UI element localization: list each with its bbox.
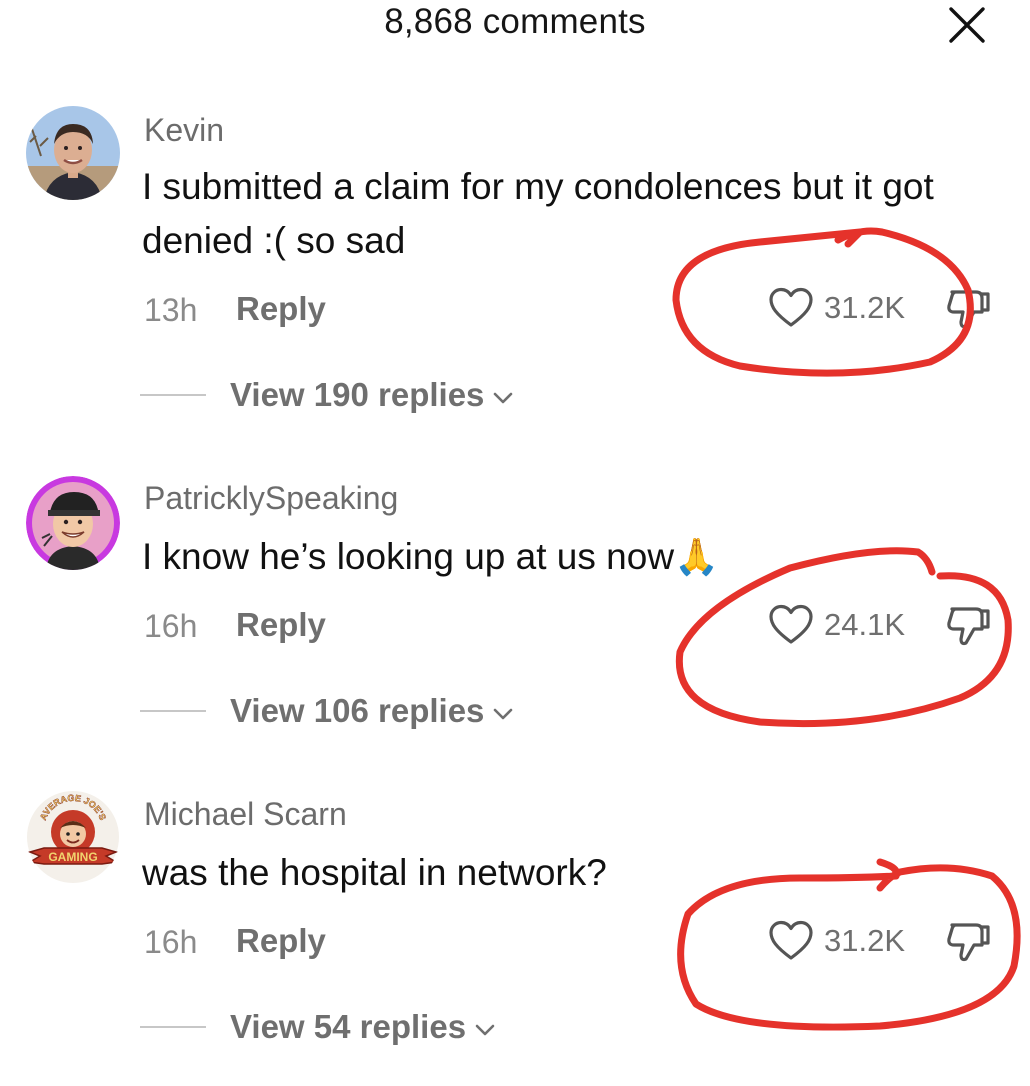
thumbs-down-icon [947, 923, 990, 962]
logo-bottom-text: GAMING [48, 850, 97, 864]
view-replies-label: View 106 replies [230, 692, 485, 729]
divider-line [140, 710, 206, 712]
divider-line [140, 394, 206, 396]
comment-age: 16h [144, 924, 198, 960]
like-count: 24.1K [824, 607, 906, 642]
like-count: 31.2K [824, 923, 906, 958]
dislike-button[interactable] [944, 921, 994, 970]
comment-username[interactable]: Michael Scarn [144, 796, 347, 833]
heart-icon [769, 920, 813, 960]
chevron-down-icon [475, 1024, 495, 1036]
chevron-down-icon [494, 392, 513, 404]
comment-age: 16h [144, 608, 198, 644]
praying-hands-emoji: 🙏 [674, 536, 719, 577]
like-button[interactable]: 31.2K [768, 920, 905, 962]
thumbs-down-icon [947, 607, 990, 646]
reply-button[interactable]: Reply [236, 922, 326, 960]
heart-icon [769, 604, 813, 644]
dislike-button[interactable] [944, 605, 994, 654]
view-replies-label: View 54 replies [230, 1008, 467, 1045]
view-replies-button[interactable]: View 190 replies [140, 376, 514, 414]
view-replies-button[interactable]: View 106 replies [140, 692, 514, 730]
divider-line [140, 1026, 206, 1028]
comment-text-body: I know he’s looking up at us now [142, 536, 675, 577]
comment-username[interactable]: PatricklySpeaking [144, 480, 398, 517]
comment-text: I know he’s looking up at us now🙏 [142, 530, 1002, 584]
comment-item: AVERAGE JOE'S GAMING Michael Scarn was t… [0, 0, 1030, 1045]
view-replies-label: View 190 replies [230, 376, 485, 413]
average-joes-gaming-logo: AVERAGE JOE'S GAMING [27, 791, 119, 883]
comment-text: was the hospital in network? [142, 852, 607, 893]
avatar-photo-patricklyspeaking [26, 476, 120, 570]
avatar[interactable]: AVERAGE JOE'S GAMING [26, 790, 120, 884]
reply-button[interactable]: Reply [236, 606, 326, 644]
avatar[interactable] [26, 476, 120, 570]
like-button[interactable]: 24.1K [768, 604, 905, 646]
view-replies-button[interactable]: View 54 replies [140, 1008, 496, 1046]
chevron-down-icon [494, 708, 513, 720]
